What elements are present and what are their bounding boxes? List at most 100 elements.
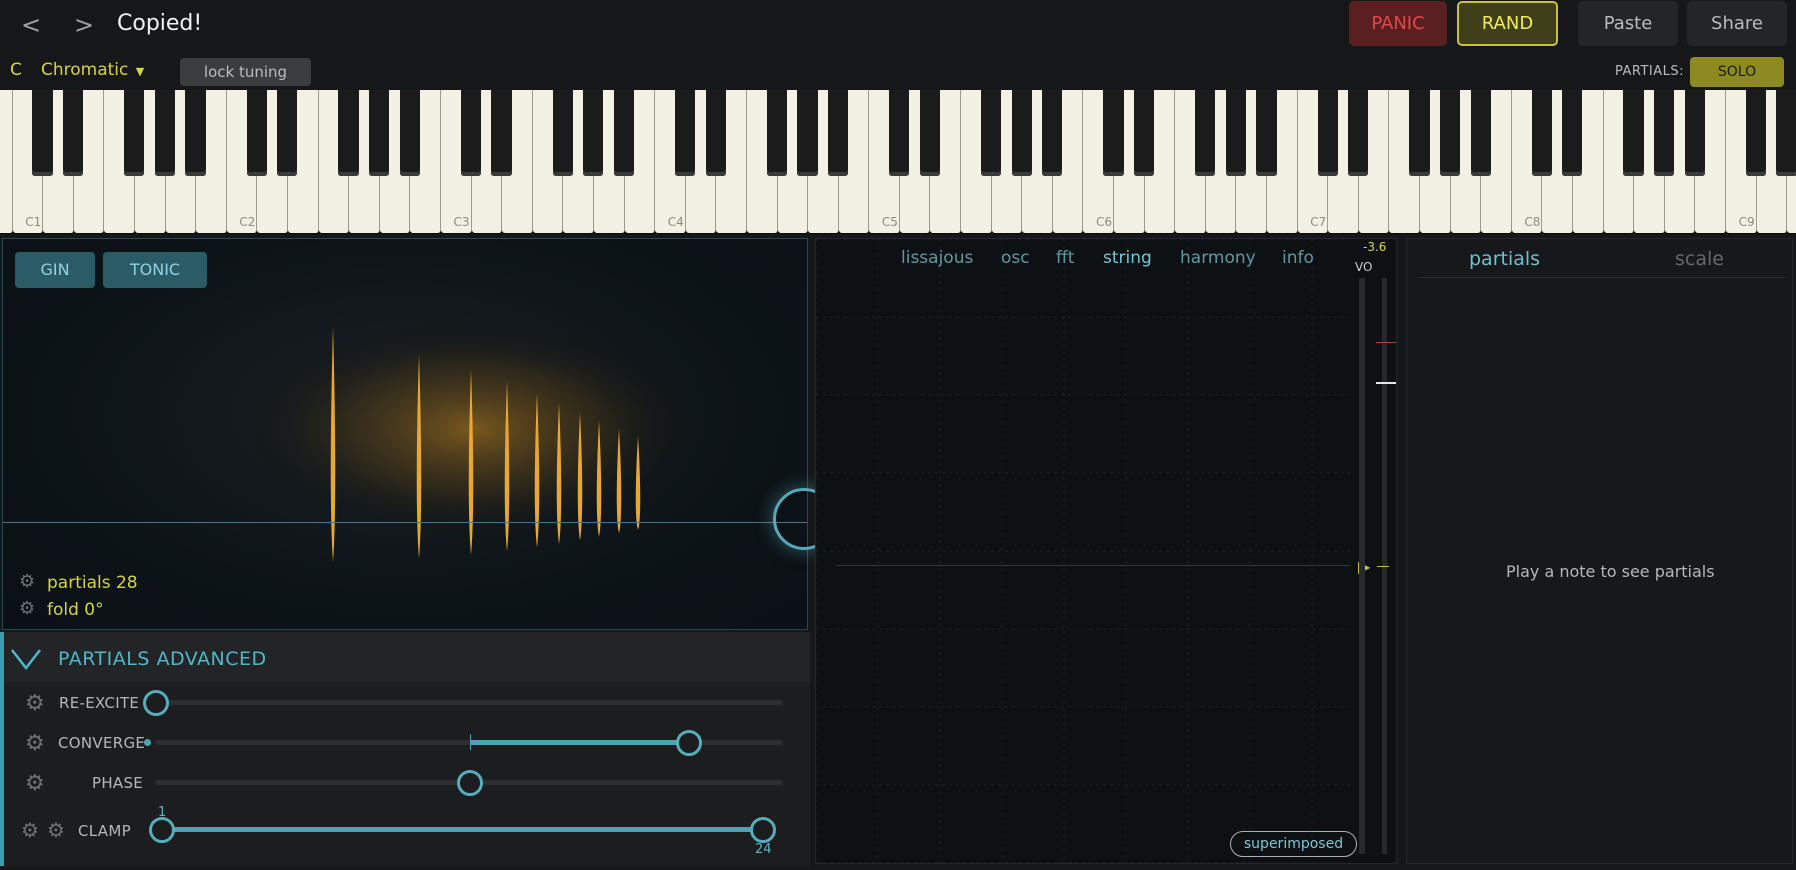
dropdown-caret-icon: ▼ <box>135 65 145 78</box>
black-key[interactable] <box>1562 90 1583 176</box>
clamp-max-value: 24 <box>755 842 772 857</box>
black-key[interactable] <box>1745 90 1767 176</box>
black-key[interactable] <box>185 90 206 176</box>
converge-dot <box>144 739 151 746</box>
tab-harmony[interactable]: harmony <box>1180 248 1256 268</box>
gin-button[interactable]: GIN <box>15 252 95 288</box>
partials-gear-icon[interactable]: ⚙ <box>19 571 35 592</box>
black-key[interactable] <box>827 90 849 176</box>
panic-button[interactable]: PANIC <box>1349 1 1447 46</box>
meter-level-mark <box>1377 566 1389 567</box>
key-selector[interactable]: C <box>10 60 22 80</box>
octave-label: C7 <box>1310 215 1327 229</box>
tonic-button[interactable]: TONIC <box>103 252 207 288</box>
black-key[interactable] <box>1256 90 1277 176</box>
superimposed-toggle[interactable]: superimposed <box>1230 831 1357 857</box>
black-key[interactable] <box>1225 90 1246 176</box>
black-key[interactable] <box>1011 90 1032 176</box>
black-key[interactable] <box>1317 90 1338 176</box>
black-key[interactable] <box>1439 90 1461 176</box>
re-excite-gear-icon[interactable]: ⚙ <box>25 691 45 716</box>
octave-label: C6 <box>1096 215 1113 229</box>
advanced-title: PARTIALS ADVANCED <box>58 648 267 670</box>
scale-label: Chromatic <box>41 60 129 80</box>
black-key[interactable] <box>552 90 573 176</box>
black-key[interactable] <box>889 90 910 176</box>
black-key[interactable] <box>1623 90 1644 176</box>
tab-partials[interactable]: partials <box>1469 248 1540 270</box>
octave-label: C5 <box>881 215 898 229</box>
tab-string[interactable]: string <box>1103 248 1152 268</box>
black-key[interactable] <box>1133 90 1155 176</box>
octave-label: C8 <box>1524 215 1541 229</box>
paste-button[interactable]: Paste <box>1578 1 1678 46</box>
info-panel <box>1406 238 1793 864</box>
fold-gear-icon[interactable]: ⚙ <box>19 598 35 619</box>
tab-info[interactable]: info <box>1282 248 1314 268</box>
clamp-low-thumb[interactable] <box>149 817 175 843</box>
tab-osc[interactable]: osc <box>1001 248 1030 268</box>
phase-gear-icon[interactable]: ⚙ <box>25 771 45 796</box>
forward-button[interactable]: > <box>67 8 101 42</box>
black-key[interactable] <box>369 90 390 176</box>
piano-keyboard[interactable]: C1 C2 C3 C4 C5 C6 C7 C8 C9 <box>0 90 1796 234</box>
black-key[interactable] <box>980 90 1002 176</box>
meter-value: -3.6 <box>1363 240 1387 254</box>
re-excite-track[interactable] <box>155 700 783 705</box>
scale-dropdown[interactable]: Chromatic ▼ <box>41 60 144 80</box>
share-button[interactable]: Share <box>1687 1 1787 46</box>
partials-graph <box>243 319 703 562</box>
black-key[interactable] <box>613 90 634 176</box>
black-key[interactable] <box>766 90 787 176</box>
octave-label: C3 <box>453 215 470 229</box>
tab-fft[interactable]: fft <box>1056 248 1074 268</box>
black-key[interactable] <box>705 90 726 176</box>
clamp-gear-2-icon[interactable]: ⚙ <box>47 818 65 842</box>
black-key[interactable] <box>1470 90 1491 176</box>
string-line <box>836 565 1350 566</box>
partials-visualizer[interactable]: GIN TONIC ⚙ partials 28 ⚙ fold 0° <box>2 238 808 630</box>
black-key[interactable] <box>338 90 359 176</box>
rand-button[interactable]: RAND <box>1457 1 1558 46</box>
black-key[interactable] <box>1042 90 1063 176</box>
back-button[interactable]: < <box>14 8 48 42</box>
tab-scale[interactable]: scale <box>1675 248 1724 270</box>
clamp-gear-icon[interactable]: ⚙ <box>21 818 39 842</box>
black-key[interactable] <box>63 90 84 176</box>
solo-button[interactable]: SOLO <box>1690 57 1784 87</box>
black-key[interactable] <box>491 90 512 176</box>
tab-lissajous[interactable]: lissajous <box>901 248 973 268</box>
black-key[interactable] <box>277 90 298 176</box>
black-key[interactable] <box>1654 90 1675 176</box>
black-key[interactable] <box>1195 90 1216 176</box>
black-key[interactable] <box>32 90 53 176</box>
white-key[interactable] <box>0 90 13 233</box>
black-key[interactable] <box>399 90 420 176</box>
black-key[interactable] <box>1684 90 1705 176</box>
black-key[interactable] <box>246 90 267 176</box>
converge-gear-icon[interactable]: ⚙ <box>25 731 45 756</box>
black-key[interactable] <box>124 90 145 176</box>
black-key[interactable] <box>1531 90 1552 176</box>
black-key[interactable] <box>1103 90 1124 176</box>
black-key[interactable] <box>1776 90 1796 176</box>
lock-tuning-button[interactable]: lock tuning <box>180 58 311 86</box>
clamp-label: CLAMP <box>78 822 131 840</box>
clamp-fill <box>160 827 763 832</box>
black-key[interactable] <box>675 90 696 176</box>
re-excite-thumb[interactable] <box>143 690 169 716</box>
converge-thumb[interactable] <box>676 730 702 756</box>
empty-partials-hint: Play a note to see partials <box>1506 562 1715 581</box>
partials-label: PARTIALS: <box>1615 64 1685 79</box>
black-key[interactable] <box>919 90 940 176</box>
black-key[interactable] <box>1348 90 1369 176</box>
clamp-high-thumb[interactable] <box>750 817 776 843</box>
phase-thumb[interactable] <box>457 770 483 796</box>
black-key[interactable] <box>583 90 604 176</box>
black-key[interactable] <box>460 90 482 176</box>
octave-label: C2 <box>239 215 256 229</box>
black-key[interactable] <box>154 90 176 176</box>
black-key[interactable] <box>1409 90 1430 176</box>
black-key[interactable] <box>797 90 818 176</box>
collapse-chevron-icon[interactable] <box>10 648 42 670</box>
